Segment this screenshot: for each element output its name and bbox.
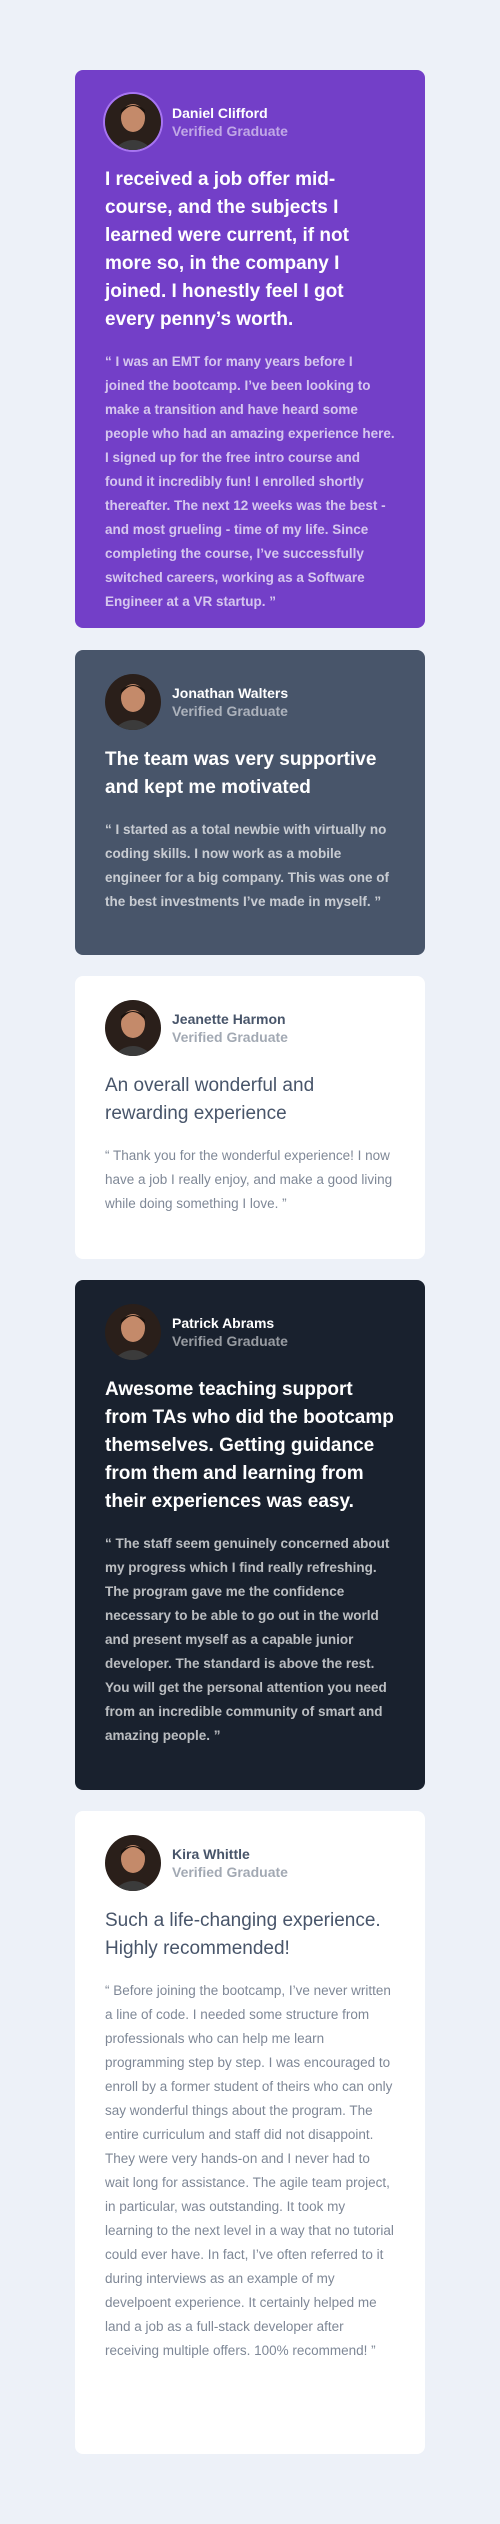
testimonial-headline: The team was very supportive and kept me… (105, 749, 377, 798)
avatar-image (105, 1304, 161, 1360)
testimonial-headline: An overall wonderful and rewarding exper… (105, 1075, 315, 1124)
testimonial-card-jeanette: Jeanette Harmon Verified Graduate An ove… (75, 976, 425, 1259)
author-name: Kira Whittle (172, 1846, 250, 1862)
author-block: Patrick Abrams Verified Graduate (105, 1304, 395, 1360)
author-role: Verified Graduate (172, 703, 288, 719)
testimonial-card-kira: Kira Whittle Verified Graduate Such a li… (75, 1811, 425, 2454)
testimonial-card-patrick: Patrick Abrams Verified Graduate Awesome… (75, 1280, 425, 1790)
author-name: Jeanette Harmon (172, 1011, 286, 1027)
author-block: Kira Whittle Verified Graduate (105, 1835, 395, 1891)
avatar-image (105, 1835, 161, 1891)
avatar-image (105, 1000, 161, 1056)
avatar (105, 1304, 161, 1360)
author-role: Verified Graduate (172, 123, 288, 139)
avatar-image (105, 94, 161, 150)
author-block: Daniel Clifford Verified Graduate (105, 94, 395, 150)
testimonial-quote: “ I was an EMT for many years before I j… (105, 354, 395, 609)
avatar-image (105, 674, 161, 730)
avatar (105, 94, 161, 150)
testimonial-card-jonathan: Jonathan Walters Verified Graduate The t… (75, 650, 425, 955)
avatar (105, 1000, 161, 1056)
testimonial-quote: “ I started as a total newbie with virtu… (105, 822, 390, 909)
avatar (105, 674, 161, 730)
author-role: Verified Graduate (172, 1333, 288, 1349)
author-block: Jeanette Harmon Verified Graduate (105, 1000, 395, 1056)
testimonial-headline: Awesome teaching support from TAs who di… (105, 1379, 394, 1512)
testimonial-quote: “ Thank you for the wonderful experience… (105, 1148, 393, 1211)
author-role: Verified Graduate (172, 1029, 288, 1045)
author-name: Patrick Abrams (172, 1315, 275, 1331)
author-role: Verified Graduate (172, 1864, 288, 1880)
testimonial-headline: Such a life-changing experience. Highly … (105, 1910, 381, 1959)
author-name: Jonathan Walters (172, 685, 289, 701)
author-name: Daniel Clifford (172, 105, 268, 121)
testimonial-quote: “ Before joining the bootcamp, I’ve neve… (105, 1983, 394, 2358)
testimonial-card-daniel: Daniel Clifford Verified Graduate I rece… (75, 70, 425, 628)
avatar (105, 1835, 161, 1891)
testimonials-page: Daniel Clifford Verified Graduate I rece… (0, 0, 500, 2524)
testimonial-headline: I received a job offer mid-course, and t… (105, 169, 349, 330)
testimonial-quote: “ The staff seem genuinely concerned abo… (105, 1536, 390, 1743)
author-block: Jonathan Walters Verified Graduate (105, 674, 395, 730)
